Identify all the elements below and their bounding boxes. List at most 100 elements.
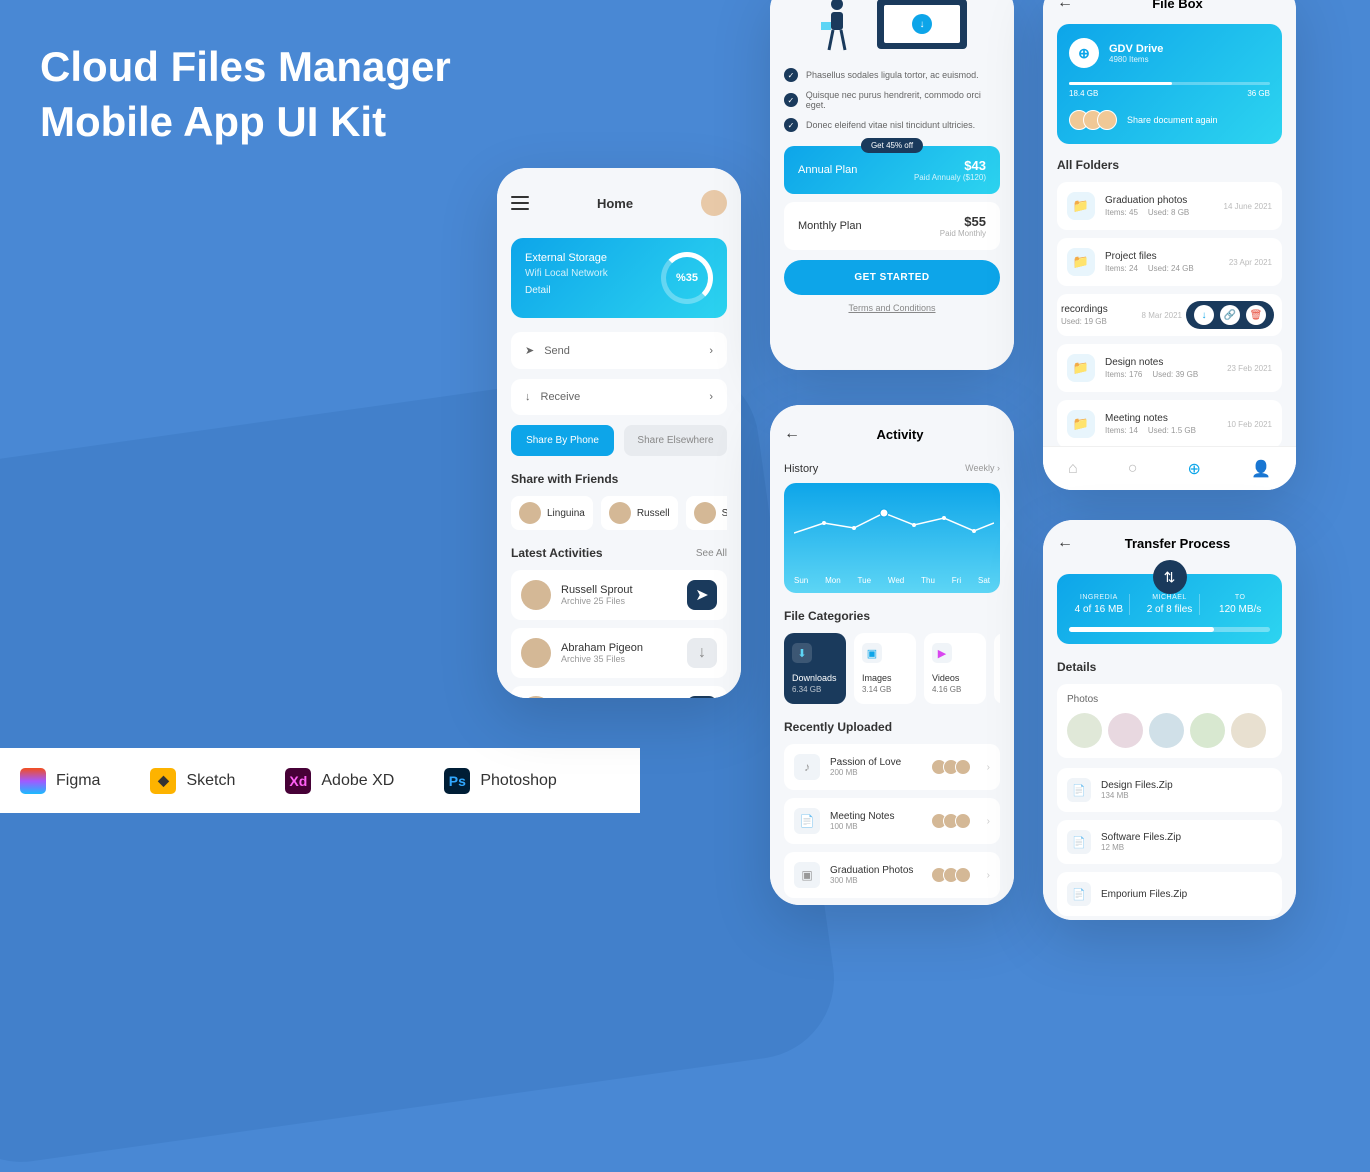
file-item[interactable]: 📄 Emporium Files.Zip	[1057, 872, 1282, 916]
annual-plan-card[interactable]: Annual Plan $43Paid Annualy ($120)	[784, 146, 1000, 194]
storage-sub: Wifi Local Network	[525, 268, 608, 279]
upload-item[interactable]: ♪ Passion of Love200 MB ›	[784, 744, 1000, 790]
share-label: Share document again	[1127, 115, 1218, 125]
globe-icon[interactable]: ⊕	[1188, 459, 1201, 479]
folder-icon: 📁	[1067, 354, 1095, 382]
video-icon: ▶	[932, 643, 952, 663]
check-icon: ✓	[784, 68, 798, 82]
hamburger-icon[interactable]	[511, 196, 529, 210]
send-icon[interactable]: ➤	[687, 696, 717, 698]
photoshop-icon: Ps	[444, 768, 470, 794]
chart-card: SunMonTueWedThuFriSat	[784, 483, 1000, 593]
avatar	[521, 580, 551, 610]
chevron-right-icon: ›	[709, 391, 713, 403]
download-icon: ↓	[525, 391, 531, 403]
folder-item[interactable]: 📁 Graduation photosItems: 45Used: 8 GB 1…	[1057, 182, 1282, 230]
download-icon[interactable]: ↓	[687, 638, 717, 668]
get-started-button[interactable]: GET STARTED	[784, 260, 1000, 295]
send-icon[interactable]: ➤	[687, 580, 717, 610]
activity-item[interactable]: Russell SproutArchive 25 Files ➤	[511, 570, 727, 620]
see-all-button[interactable]: See All	[696, 548, 727, 559]
category-card[interactable]: ⬇Downloads6.34 GB	[784, 633, 846, 704]
category-card[interactable]: ▣Images3.14 GB	[854, 633, 916, 704]
activity-item[interactable]: Abraham PigeonArchive 35 Files ↓	[511, 628, 727, 678]
share-phone-button[interactable]: Share By Phone	[511, 425, 614, 456]
friend-chip[interactable]: Russell	[601, 496, 678, 530]
drive-card[interactable]: ⊕ GDV Drive4980 Items 18.4 GB36 GB Share…	[1057, 24, 1282, 144]
feature-item: ✓Phasellus sodales ligula tortor, ac eui…	[784, 68, 1000, 82]
photos-card[interactable]: Photos	[1057, 684, 1282, 758]
phone-home: Home External Storage Wifi Local Network…	[497, 168, 741, 698]
storage-percent: %35	[661, 252, 713, 304]
chevron-right-icon: ›	[987, 870, 990, 881]
tools-bar: Figma ◆Sketch XdAdobe XD PsPhotoshop	[0, 748, 640, 813]
tool-photoshop: PsPhotoshop	[444, 768, 557, 794]
friends-title: Share with Friends	[511, 472, 727, 486]
folder-icon: 📁	[1067, 192, 1095, 220]
send-button[interactable]: ➤Send ›	[511, 332, 727, 369]
bottom-nav: ⌂ ○ ⊕ 👤	[1043, 446, 1296, 490]
folders-title: All Folders	[1057, 158, 1282, 172]
chevron-right-icon: ›	[709, 345, 713, 357]
upload-item[interactable]: 📄 Meeting Notes100 MB ›	[784, 798, 1000, 844]
folder-actions: ↓ 🔗 🗑	[1186, 301, 1274, 329]
back-arrow-icon[interactable]: ←	[1057, 0, 1073, 12]
back-arrow-icon[interactable]: ←	[784, 425, 800, 443]
search-icon[interactable]: ○	[1128, 460, 1138, 478]
filebox-title: File Box	[1073, 0, 1282, 11]
trash-icon[interactable]: 🗑	[1246, 305, 1266, 325]
image-icon: ▣	[794, 862, 820, 888]
folder-item[interactable]: recordingsUsed: 19 GB 8 Mar 2021 ↓ 🔗 🗑	[1057, 294, 1282, 336]
upload-item[interactable]: ▣ Graduation Photos300 MB ›	[784, 852, 1000, 898]
feature-item: ✓Quisque nec purus hendrerit, commodo or…	[784, 90, 1000, 110]
feature-item: ✓Donec eleifend vitae nisl tincidunt ult…	[784, 118, 1000, 132]
storage-card[interactable]: External Storage Wifi Local Network Deta…	[511, 238, 727, 318]
transfer-title: Transfer Process	[1073, 536, 1282, 551]
person-icon	[817, 0, 857, 54]
photo-thumb[interactable]	[1149, 713, 1184, 748]
monthly-plan-card[interactable]: Monthly Plan $55Paid Monthly	[784, 202, 1000, 250]
tool-xd: XdAdobe XD	[285, 768, 394, 794]
user-icon[interactable]: 👤	[1251, 459, 1271, 479]
photo-thumb[interactable]	[1067, 713, 1102, 748]
avatar[interactable]	[701, 190, 727, 216]
file-item[interactable]: 📄 Design Files.Zip134 MB	[1057, 768, 1282, 812]
laptop-icon: ↓	[877, 0, 967, 49]
figma-icon	[20, 768, 46, 794]
photo-thumb[interactable]	[1231, 713, 1266, 748]
back-arrow-icon[interactable]: ←	[1057, 534, 1073, 552]
link-icon[interactable]: 🔗	[1220, 305, 1240, 325]
download-icon[interactable]: ↓	[1194, 305, 1214, 325]
phone-activity: ← Activity History Weekly › SunMonTueWed…	[770, 405, 1014, 905]
transfer-card: ⇅ INGREDIA4 of 16 MB MICHAEL2 of 8 files…	[1057, 574, 1282, 644]
photo-thumb[interactable]	[1108, 713, 1143, 748]
friend-chip[interactable]: Spr	[686, 496, 727, 530]
photo-thumb[interactable]	[1190, 713, 1225, 748]
chevron-right-icon: ›	[987, 816, 990, 827]
share-elsewhere-button[interactable]: Share Elsewhere	[624, 425, 727, 456]
folder-item[interactable]: 📁 Meeting notesItems: 14Used: 1.5 GB 10 …	[1057, 400, 1282, 448]
phone-filebox: ← File Box ⊕ GDV Drive4980 Items 18.4 GB…	[1043, 0, 1296, 490]
category-card[interactable]: ▶Videos4.16 GB	[924, 633, 986, 704]
categories-title: File Categories	[784, 609, 1000, 623]
phone-transfer: ← Transfer Process ⇅ INGREDIA4 of 16 MB …	[1043, 520, 1296, 920]
receive-button[interactable]: ↓Receive ›	[511, 379, 727, 415]
download-icon: ⬇	[792, 643, 812, 663]
period-selector[interactable]: Weekly ›	[965, 463, 1000, 475]
xd-icon: Xd	[285, 768, 311, 794]
file-icon: 📄	[1067, 778, 1091, 802]
check-icon: ✓	[784, 93, 798, 107]
friend-chip[interactable]: Linguina	[511, 496, 593, 530]
folder-icon: 📁	[1067, 410, 1095, 438]
folder-item[interactable]: 📁 Project filesItems: 24Used: 24 GB 23 A…	[1057, 238, 1282, 286]
friends-row: Linguina Russell Spr	[511, 496, 727, 530]
terms-link[interactable]: Terms and Conditions	[784, 303, 1000, 313]
activity-item[interactable]: Justin Case ➤	[511, 686, 727, 698]
folder-item[interactable]: 📁 Design notesItems: 176Used: 39 GB 23 F…	[1057, 344, 1282, 392]
file-item[interactable]: 📄 Software Files.Zip12 MB	[1057, 820, 1282, 864]
category-card[interactable]: A0	[994, 633, 1000, 704]
home-icon[interactable]: ⌂	[1068, 460, 1078, 478]
activities-title: Latest Activities	[511, 546, 603, 560]
transfer-icon: ⇅	[1153, 560, 1187, 594]
tool-figma: Figma	[20, 768, 100, 794]
